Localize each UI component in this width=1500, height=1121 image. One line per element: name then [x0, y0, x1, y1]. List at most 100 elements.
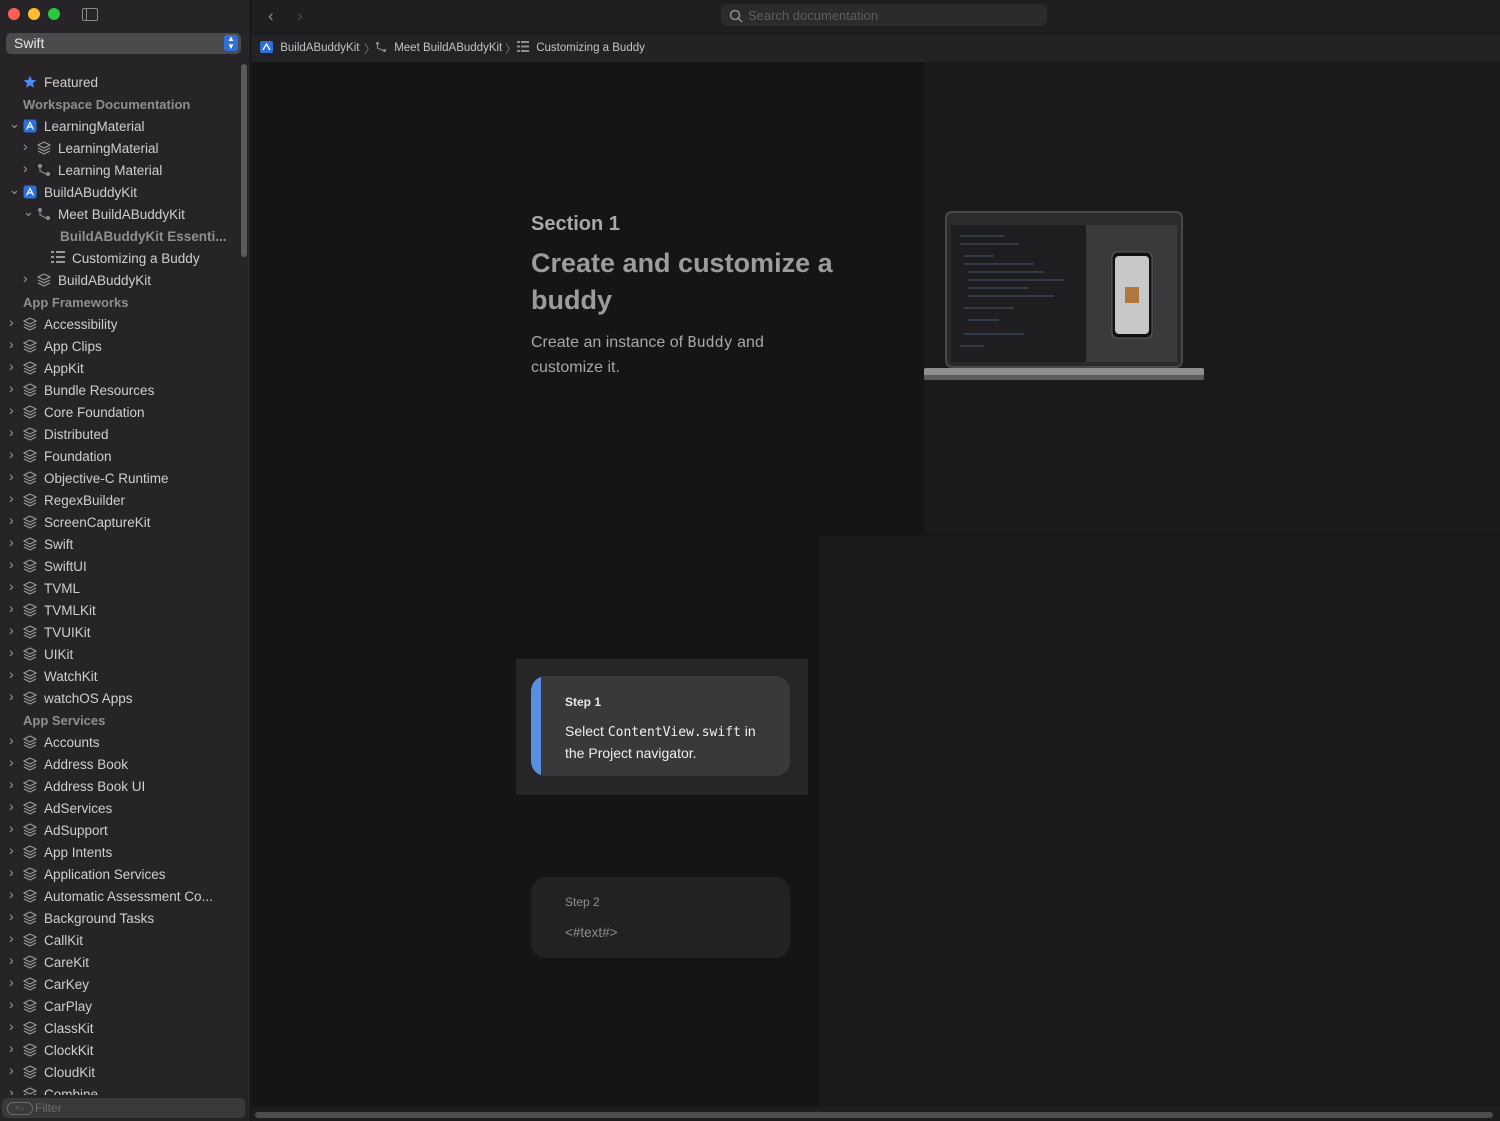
breadcrumb-item-current[interactable]: Customizing a Buddy — [517, 41, 645, 54]
chevron-right-icon[interactable]: › — [23, 270, 28, 286]
sidebar-item[interactable]: › ClockKit — [0, 1039, 238, 1061]
sidebar-item[interactable]: › Core Foundation — [0, 401, 238, 423]
chevron-right-icon[interactable]: › — [9, 1084, 14, 1095]
sidebar-item[interactable]: › AdServices — [0, 797, 238, 819]
chevron-right-icon[interactable]: › — [9, 468, 14, 484]
sidebar-item[interactable]: › Learning Material — [0, 159, 238, 181]
chevron-down-icon[interactable]: ⌄ — [9, 116, 20, 132]
sidebar-item[interactable]: › UIKit — [0, 643, 238, 665]
breadcrumb-item-tutorial[interactable]: Meet BuildABuddyKit — [375, 41, 502, 54]
chevron-right-icon[interactable]: › — [9, 358, 14, 374]
chevron-right-icon[interactable]: › — [9, 864, 14, 880]
chevron-right-icon[interactable]: › — [9, 600, 14, 616]
sidebar-item[interactable]: › App Clips — [0, 335, 238, 357]
sidebar-item[interactable]: › CareKit — [0, 951, 238, 973]
chevron-right-icon[interactable]: › — [9, 886, 14, 902]
chevron-right-icon[interactable]: › — [9, 402, 14, 418]
zoom-window-button[interactable] — [48, 8, 60, 20]
sidebar-item[interactable]: ⌄ BuildABuddyKit — [0, 181, 238, 203]
chevron-right-icon[interactable]: › — [9, 688, 14, 704]
sidebar-item[interactable]: › ScreenCaptureKit — [0, 511, 238, 533]
sidebar-item[interactable]: › Objective-C Runtime — [0, 467, 238, 489]
horizontal-scrollbar[interactable] — [252, 1107, 1500, 1121]
chevron-right-icon[interactable]: › — [9, 974, 14, 990]
sidebar-item[interactable]: › Swift — [0, 533, 238, 555]
sidebar-item[interactable]: › AdSupport — [0, 819, 238, 841]
chevron-right-icon[interactable]: › — [9, 842, 14, 858]
sidebar-toggle-icon[interactable] — [82, 8, 98, 21]
sidebar-item[interactable]: › watchOS Apps — [0, 687, 238, 709]
chevron-down-icon[interactable]: ⌄ — [23, 204, 34, 220]
sidebar-item[interactable]: › Foundation — [0, 445, 238, 467]
sidebar-item[interactable]: › CloudKit — [0, 1061, 238, 1083]
search-input[interactable]: Search documentation — [721, 4, 1047, 26]
chevron-right-icon[interactable]: › — [9, 952, 14, 968]
chevron-right-icon[interactable]: › — [9, 622, 14, 638]
sidebar-item[interactable]: › App Intents — [0, 841, 238, 863]
sidebar-scrollbar[interactable] — [241, 64, 247, 257]
sidebar-item[interactable]: Featured — [0, 71, 238, 93]
chevron-right-icon[interactable]: › — [9, 776, 14, 792]
sidebar-item[interactable]: Customizing a Buddy — [0, 247, 238, 269]
sidebar-item[interactable]: › Automatic Assessment Co... — [0, 885, 238, 907]
chevron-right-icon[interactable]: › — [9, 666, 14, 682]
sidebar-item[interactable]: › SwiftUI — [0, 555, 238, 577]
chevron-right-icon[interactable]: › — [9, 578, 14, 594]
step-1-card[interactable]: Step 1 Select ContentView.swift in the P… — [531, 676, 790, 776]
chevron-right-icon[interactable]: › — [23, 138, 28, 154]
forward-button[interactable]: › — [297, 6, 303, 26]
sidebar-item[interactable]: ⌄ LearningMaterial — [0, 115, 238, 137]
sidebar-item[interactable]: › Accessibility — [0, 313, 238, 335]
chevron-right-icon[interactable]: › — [23, 160, 28, 176]
filter-field[interactable]: ≡⌄ Filter — [2, 1098, 245, 1118]
close-window-button[interactable] — [8, 8, 20, 20]
sidebar-item[interactable]: ⌄ Meet BuildABuddyKit — [0, 203, 238, 225]
sidebar-item[interactable]: › Bundle Resources — [0, 379, 238, 401]
chevron-right-icon[interactable]: › — [9, 820, 14, 836]
sidebar-item[interactable]: › Accounts — [0, 731, 238, 753]
sidebar-item[interactable]: › ClassKit — [0, 1017, 238, 1039]
step-2-card[interactable]: Step 2 <#text#> — [531, 877, 790, 958]
chevron-right-icon[interactable]: › — [9, 908, 14, 924]
chevron-right-icon[interactable]: › — [9, 380, 14, 396]
breadcrumb-item-project[interactable]: BuildABuddyKit — [260, 41, 359, 54]
chevron-right-icon[interactable]: › — [9, 446, 14, 462]
sidebar-item[interactable]: › AppKit — [0, 357, 238, 379]
sidebar-item[interactable]: › CarKey — [0, 973, 238, 995]
sidebar-item[interactable]: › Distributed — [0, 423, 238, 445]
sidebar-item[interactable]: › Address Book UI — [0, 775, 238, 797]
chevron-right-icon[interactable]: › — [9, 754, 14, 770]
sidebar-item[interactable]: › Background Tasks — [0, 907, 238, 929]
sidebar-item[interactable]: › TVUIKit — [0, 621, 238, 643]
sidebar-item[interactable]: › Application Services — [0, 863, 238, 885]
sidebar-item[interactable]: › LearningMaterial — [0, 137, 238, 159]
sidebar-item[interactable]: BuildABuddyKit Essenti... — [0, 225, 238, 247]
chevron-right-icon[interactable]: › — [9, 1062, 14, 1078]
chevron-right-icon[interactable]: › — [9, 1018, 14, 1034]
chevron-right-icon[interactable]: › — [9, 424, 14, 440]
chevron-right-icon[interactable]: › — [9, 490, 14, 506]
back-button[interactable]: ‹ — [268, 6, 274, 26]
chevron-right-icon[interactable]: › — [9, 930, 14, 946]
chevron-right-icon[interactable]: › — [9, 644, 14, 660]
chevron-right-icon[interactable]: › — [9, 314, 14, 330]
horizontal-scroll-thumb[interactable] — [255, 1112, 1493, 1118]
sidebar-item[interactable]: › BuildABuddyKit — [0, 269, 238, 291]
chevron-down-icon[interactable]: ⌄ — [9, 182, 20, 198]
chevron-right-icon[interactable]: › — [9, 798, 14, 814]
language-select[interactable]: Swift ▲ ▼ — [6, 33, 241, 54]
sidebar-item[interactable]: › RegexBuilder — [0, 489, 238, 511]
sidebar-item[interactable]: › WatchKit — [0, 665, 238, 687]
sidebar-item[interactable]: › CallKit — [0, 929, 238, 951]
chevron-right-icon[interactable]: › — [9, 512, 14, 528]
sidebar-item[interactable]: › Address Book — [0, 753, 238, 775]
chevron-right-icon[interactable]: › — [9, 336, 14, 352]
sidebar-item[interactable]: › Combine — [0, 1083, 238, 1095]
chevron-right-icon[interactable]: › — [9, 534, 14, 550]
sidebar-item[interactable]: › TVML — [0, 577, 238, 599]
minimize-window-button[interactable] — [28, 8, 40, 20]
sidebar-item[interactable]: › TVMLKit — [0, 599, 238, 621]
chevron-right-icon[interactable]: › — [9, 556, 14, 572]
sidebar-item[interactable]: › CarPlay — [0, 995, 238, 1017]
chevron-right-icon[interactable]: › — [9, 732, 14, 748]
